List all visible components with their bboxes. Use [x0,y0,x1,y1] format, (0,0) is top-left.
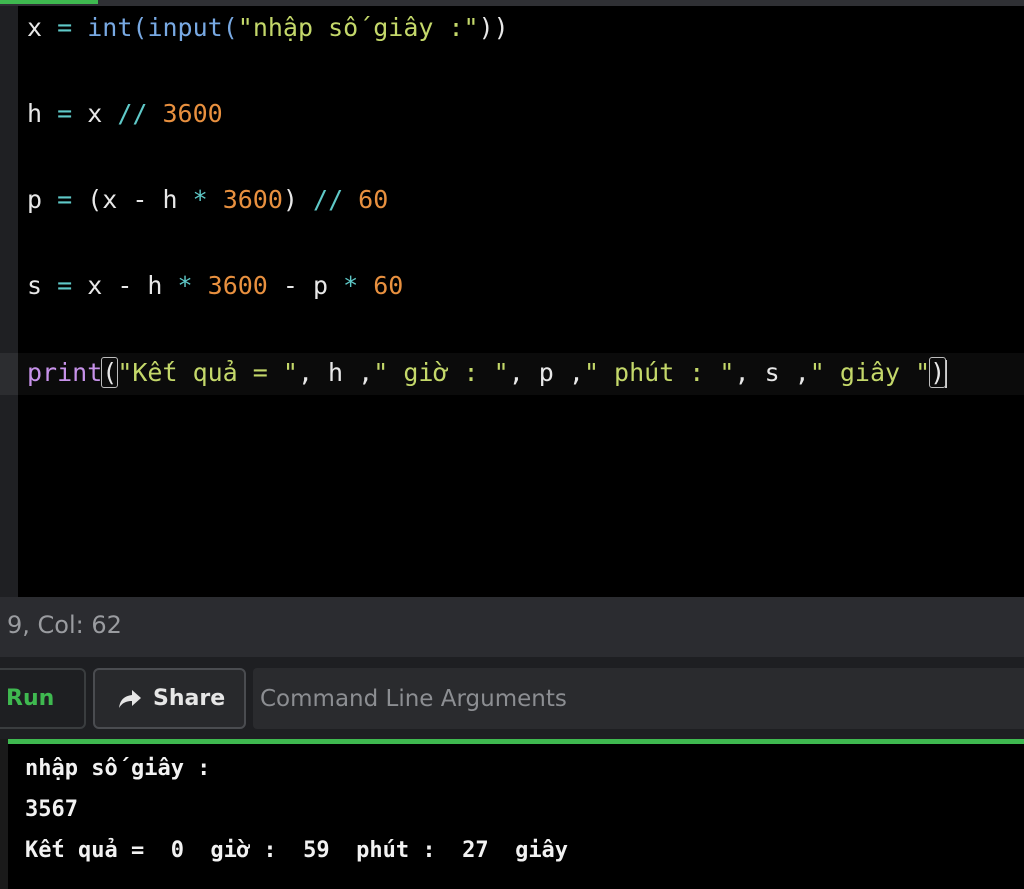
code-line-5[interactable]: print("Kết quả = ", h ," giờ : ", p ," p… [27,357,948,388]
console-line: 3567 [25,797,78,822]
text-cursor [945,360,948,388]
active-line-gutter [0,353,18,395]
console-line: nhập số giây : [25,756,211,781]
code-line-4[interactable]: s = x - h * 3600 - p * 60 [27,271,403,301]
console-line: Kết quả = 0 giờ : 59 phút : 27 giây [25,838,569,863]
status-bar: 9, Col: 62 [0,597,1024,657]
share-arrow-icon [119,689,141,708]
run-button[interactable]: Run [0,668,86,729]
command-line-arguments-input[interactable] [253,668,1024,729]
matched-close-bracket: ) [929,357,947,388]
run-button-label: Run [6,686,55,711]
run-toolbar: Run Share [0,657,1024,739]
matched-open-bracket: ( [101,357,119,388]
active-tab-indicator [0,0,98,4]
cursor-position: 9, Col: 62 [7,611,122,639]
code-line-3[interactable]: p = (x - h * 3600) // 60 [27,185,388,215]
share-button[interactable]: Share [93,668,246,729]
code-editor[interactable]: x = int(input("nhập số giây :")) h = x /… [0,6,1024,597]
console-body[interactable]: nhập số giây : 3567 Kết quả = 0 giờ : 59… [8,744,1024,889]
code-line-2[interactable]: h = x // 3600 [27,99,223,129]
line-gutter [0,6,18,597]
output-console: nhập số giây : 3567 Kết quả = 0 giờ : 59… [0,739,1024,889]
code-line-1[interactable]: x = int(input("nhập số giây :")) [27,13,509,43]
share-button-label: Share [153,686,226,711]
